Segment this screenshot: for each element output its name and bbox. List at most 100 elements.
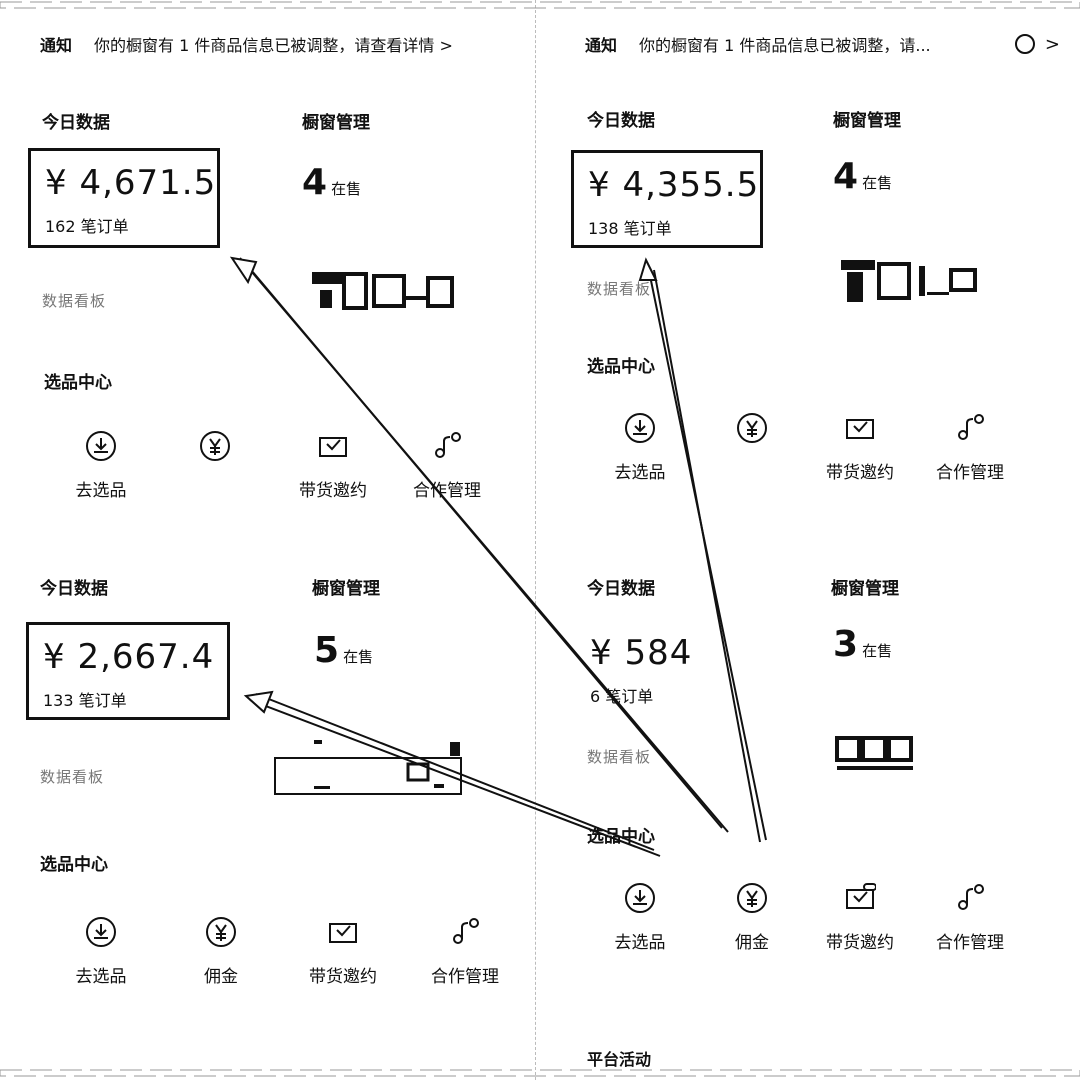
- today-data-title: 今日数据: [40, 579, 108, 599]
- data-board-link[interactable]: 数据看板: [40, 766, 104, 787]
- tool-commission[interactable]: [697, 412, 807, 480]
- tool-label: [160, 476, 270, 498]
- on-sale-number: 5: [314, 630, 340, 671]
- window-management-title[interactable]: 橱窗管理: [833, 106, 901, 131]
- today-sales-card[interactable]: ¥ 584 6 笔订单: [573, 618, 773, 710]
- today-data-title: 今日数据: [587, 111, 655, 131]
- tool-label: 合作管理: [431, 967, 499, 987]
- tool-label: 去选品: [614, 463, 666, 483]
- on-sale-label: 在售: [331, 180, 362, 198]
- sales-amount: ¥ 4,355.5: [588, 165, 760, 205]
- redacted-thumbnail-row: [835, 736, 913, 770]
- tool-invitations[interactable]: 带货邀约: [805, 412, 915, 483]
- tool-label: 去选品: [75, 967, 127, 987]
- window-management-title[interactable]: 橱窗管理: [312, 574, 380, 599]
- envelope-check-icon: [844, 882, 876, 914]
- tool-select-products[interactable]: 去选品: [46, 430, 156, 501]
- today-sales-card[interactable]: ¥ 2,667.4 133 笔订单: [26, 622, 230, 720]
- tool-label: [697, 458, 807, 480]
- data-board-link[interactable]: 数据看板: [587, 278, 651, 299]
- order-count: 138 笔订单: [588, 219, 672, 238]
- handshake-link-icon: [449, 916, 481, 948]
- yen-circle-icon: [199, 430, 231, 462]
- download-circle-icon: [85, 430, 117, 462]
- download-circle-icon: [624, 882, 656, 914]
- notification-message[interactable]: 你的橱窗有 1 件商品信息已被调整，请...: [639, 32, 1001, 56]
- dashboard-block: 今日数据 橱窗管理 ¥ 2,667.4 133 笔订单 5 在售 数据看板 选品中…: [0, 566, 535, 1026]
- on-sale-count[interactable]: 4 在售: [302, 162, 361, 203]
- tool-label: 带货邀约: [826, 463, 894, 483]
- on-sale-number: 4: [833, 156, 859, 197]
- tool-cooperation[interactable]: 合作管理: [410, 916, 520, 987]
- sales-amount: ¥ 2,667.4: [43, 637, 215, 677]
- on-sale-number: 3: [833, 624, 859, 665]
- envelope-check-icon: [844, 412, 876, 444]
- today-data-title: 今日数据: [587, 579, 655, 599]
- data-board-link[interactable]: 数据看板: [42, 290, 106, 311]
- tool-label: 带货邀约: [299, 481, 367, 501]
- tool-commission[interactable]: 佣金: [697, 882, 807, 953]
- tool-select-products[interactable]: 去选品: [585, 882, 695, 953]
- on-sale-count[interactable]: 5 在售: [314, 630, 373, 671]
- data-board-link[interactable]: 数据看板: [587, 746, 651, 767]
- envelope-check-icon: [317, 430, 349, 462]
- redacted-thumbnail-row: [312, 272, 454, 310]
- selection-center-title: 选品中心: [40, 855, 108, 875]
- tool-commission[interactable]: 佣金: [166, 916, 276, 987]
- tool-invitations[interactable]: 带货邀约: [288, 916, 398, 987]
- tool-cooperation[interactable]: 合作管理: [915, 412, 1025, 483]
- tool-label: 去选品: [614, 933, 666, 953]
- today-sales-card[interactable]: ¥ 4,355.5 138 笔订单: [571, 150, 763, 248]
- download-circle-icon: [85, 916, 117, 948]
- sales-amount: ¥ 584: [590, 633, 693, 673]
- left-screenshot-panel: 通知 你的橱窗有 1 件商品信息已被调整，请查看详情 > 今日数据 橱窗管理 ¥…: [0, 0, 536, 1080]
- on-sale-number: 4: [302, 162, 328, 203]
- tool-select-products[interactable]: 去选品: [46, 916, 156, 987]
- selection-center-title: 选品中心: [587, 357, 655, 377]
- yen-circle-icon: [736, 882, 768, 914]
- window-management-title[interactable]: 橱窗管理: [302, 108, 370, 133]
- tool-label: 去选品: [75, 481, 127, 501]
- notification-chevron[interactable]: >: [1045, 34, 1060, 55]
- notification-message[interactable]: 你的橱窗有 1 件商品信息已被调整，请查看详情 >: [94, 32, 515, 56]
- notification-bar[interactable]: 通知 你的橱窗有 1 件商品信息已被调整，请查看详情 >: [40, 30, 515, 58]
- right-screenshot-panel: 通知 你的橱窗有 1 件商品信息已被调整，请... > 今日数据 橱窗管理 ¥ …: [545, 0, 1080, 1080]
- handshake-link-icon: [431, 430, 463, 462]
- tool-commission[interactable]: [160, 430, 270, 498]
- tool-invitations[interactable]: 带货邀约: [805, 882, 915, 953]
- tool-select-products[interactable]: 去选品: [585, 412, 695, 483]
- tool-cooperation[interactable]: 合作管理: [915, 882, 1025, 953]
- sales-amount: ¥ 4,671.5: [45, 163, 217, 203]
- close-circle-icon[interactable]: [1014, 34, 1035, 54]
- today-sales-card[interactable]: ¥ 4,671.5 162 笔订单: [28, 148, 220, 248]
- window-management-title[interactable]: 橱窗管理: [831, 574, 899, 599]
- redacted-thumbnail-row: [274, 740, 462, 795]
- tool-label: 佣金: [735, 933, 769, 953]
- order-count: 133 笔订单: [43, 691, 127, 710]
- on-sale-count[interactable]: 4 在售: [833, 156, 892, 197]
- tool-label: 合作管理: [413, 481, 481, 501]
- order-count: 162 笔订单: [45, 217, 129, 236]
- selection-center-title: 选品中心: [44, 373, 112, 393]
- yen-circle-icon: [205, 916, 237, 948]
- dashboard-block: 今日数据 橱窗管理 ¥ 584 6 笔订单 3 在售 数据看板 选品中心 去选品 …: [545, 566, 1080, 1026]
- yen-circle-icon: [736, 412, 768, 444]
- tool-invitations[interactable]: 带货邀约: [278, 430, 388, 501]
- tool-label: 带货邀约: [309, 967, 377, 987]
- envelope-check-icon: [327, 916, 359, 948]
- tool-label: 佣金: [204, 967, 238, 987]
- download-circle-icon: [624, 412, 656, 444]
- on-sale-label: 在售: [862, 174, 893, 192]
- tool-cooperation[interactable]: 合作管理: [392, 430, 502, 501]
- tool-label: 合作管理: [936, 933, 1004, 953]
- tool-label: 带货邀约: [826, 933, 894, 953]
- handshake-link-icon: [954, 412, 986, 444]
- on-sale-label: 在售: [862, 642, 893, 660]
- platform-activity-title: 平台活动: [587, 1050, 652, 1069]
- notification-tag: 通知: [585, 36, 618, 55]
- dashboard-block: 今日数据 橱窗管理 ¥ 4,355.5 138 笔订单 4 在售 数据看板 选品中…: [545, 98, 1080, 558]
- notification-bar[interactable]: 通知 你的橱窗有 1 件商品信息已被调整，请... >: [585, 30, 1060, 58]
- selection-center-title: 选品中心: [587, 827, 655, 847]
- dashboard-block: 今日数据 橱窗管理 ¥ 4,671.5 162 笔订单 4 在售 数据看板 选品中…: [0, 100, 535, 560]
- on-sale-count[interactable]: 3 在售: [833, 624, 892, 665]
